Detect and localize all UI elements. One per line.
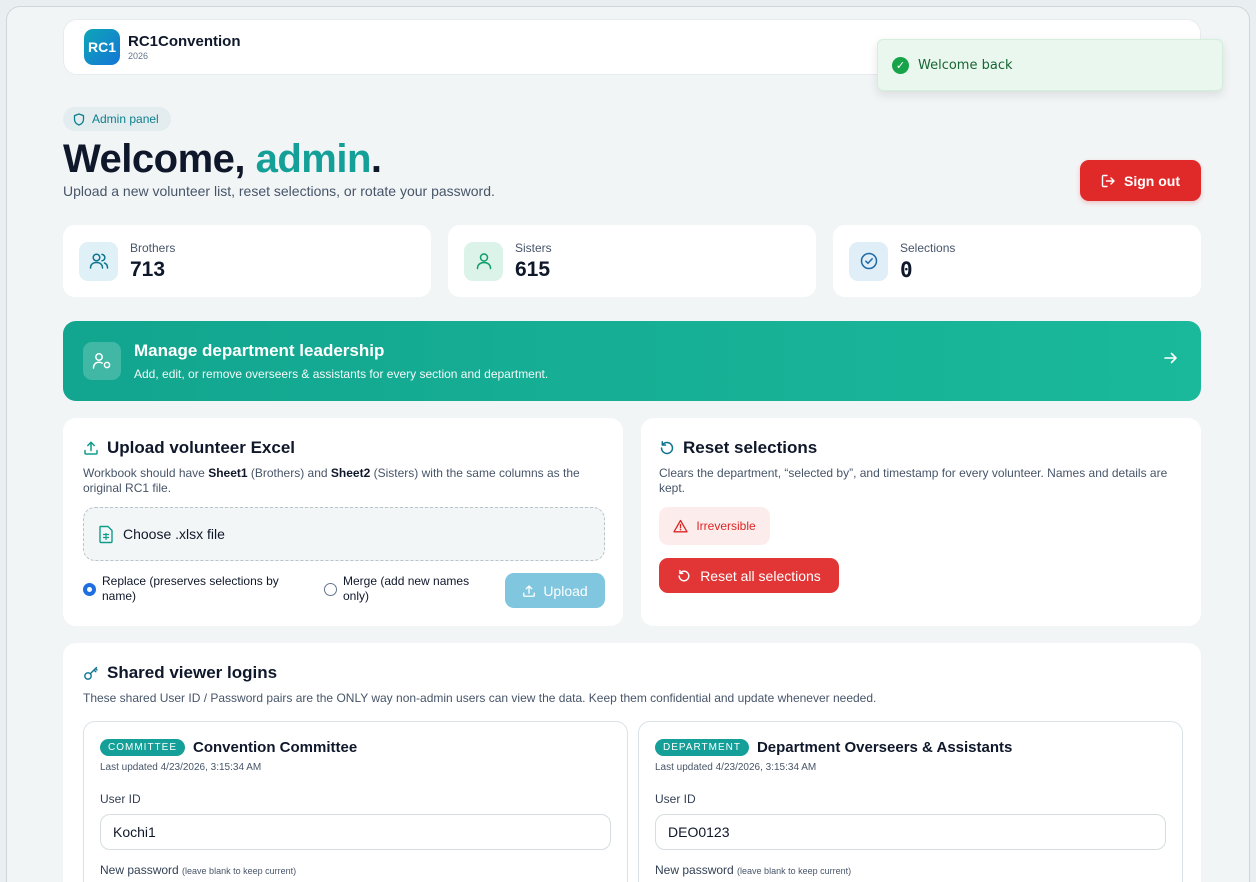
- admin-panel-pill: Admin panel: [63, 107, 171, 131]
- logins-description: These shared User ID / Password pairs ar…: [83, 691, 877, 705]
- replace-option[interactable]: Replace (preserves selections by name): [83, 574, 283, 604]
- sheet1-label: Sheet1: [208, 466, 248, 480]
- user-cog-icon: [83, 342, 121, 380]
- users-icon: [79, 241, 118, 281]
- login-card-title: Convention Committee: [193, 739, 358, 756]
- reset-all-label: Reset all selections: [700, 567, 821, 584]
- upload-desc-part: Workbook should have: [83, 466, 209, 480]
- department-badge: DEPARTMENT: [655, 739, 749, 756]
- app-window: RC1 RC1Convention 2026 Admin panel Welco…: [6, 6, 1250, 882]
- welcome-punct: .: [370, 137, 382, 181]
- upload-icon: [84, 441, 98, 455]
- login-card-title: Department Overseers & Assistants: [756, 739, 1013, 756]
- page-subtitle: Upload a new volunteer list, reset selec…: [63, 183, 495, 199]
- manage-leadership-banner[interactable]: Manage department leadership Add, edit, …: [63, 321, 1201, 401]
- admin-panel-label: Admin panel: [92, 112, 159, 126]
- merge-option[interactable]: Merge (add new names only): [324, 574, 484, 604]
- upload-icon: [523, 584, 536, 597]
- sign-out-label: Sign out: [1124, 172, 1180, 189]
- welcome-greeting: Welcome,: [63, 137, 256, 181]
- stat-value: 0: [900, 257, 913, 282]
- sign-out-button[interactable]: Sign out: [1080, 160, 1201, 201]
- upload-card: Upload volunteer Excel Workbook should h…: [63, 418, 623, 626]
- brand: RC1Convention 2026: [128, 34, 241, 61]
- logins-title-label: Shared viewer logins: [107, 663, 278, 682]
- last-updated: Last updated 4/23/2026, 3:15:34 AM: [655, 762, 817, 773]
- toast-message: Welcome back: [918, 57, 1013, 73]
- stat-card-sisters: Sisters 615: [448, 225, 816, 297]
- user-id-input[interactable]: DEO0123: [655, 814, 1166, 850]
- department-login-card: DEPARTMENT Department Overseers & Assist…: [638, 721, 1183, 882]
- reset-title: Reset selections: [659, 438, 1189, 458]
- login-card-header: COMMITTEE Convention Committee: [100, 739, 357, 756]
- login-card-header: DEPARTMENT Department Overseers & Assist…: [655, 739, 1012, 756]
- app-name: RC1Convention: [128, 32, 241, 50]
- sign-out-icon: [1101, 174, 1115, 187]
- user-icon: [464, 241, 503, 281]
- user-id-input[interactable]: Kochi1: [100, 814, 611, 850]
- logins-title: Shared viewer logins: [83, 663, 1183, 683]
- stat-label: Selections: [900, 240, 956, 255]
- shared-logins-card: Shared viewer logins These shared User I…: [63, 643, 1201, 882]
- check-icon: ✓: [892, 56, 909, 74]
- reset-title-label: Reset selections: [683, 438, 818, 457]
- upload-button-label: Upload: [543, 582, 588, 599]
- committee-badge: COMMITTEE: [100, 739, 185, 756]
- arrow-right-icon: [1164, 352, 1177, 364]
- choose-file-label: Choose .xlsx file: [123, 526, 225, 542]
- irreversible-label: Irreversible: [696, 519, 756, 533]
- stat-card-selections: Selections 0: [833, 225, 1201, 297]
- reset-all-button[interactable]: Reset all selections: [659, 558, 839, 593]
- stat-label: Sisters: [515, 240, 552, 255]
- stat-value: 713: [130, 257, 166, 281]
- shield-icon: [73, 112, 85, 126]
- app-year: 2026: [128, 50, 149, 61]
- welcome-user: admin: [255, 137, 372, 181]
- user-id-label: User ID: [655, 792, 696, 806]
- password-hint: (leave blank to keep current): [182, 866, 297, 876]
- app-logo[interactable]: RC1: [84, 29, 120, 65]
- password-label-text: New password: [655, 863, 734, 877]
- manage-subtitle: Add, edit, or remove overseers & assista…: [134, 367, 549, 381]
- sheet2-label: Sheet2: [330, 466, 371, 480]
- page-title: Welcome, admin.: [63, 137, 382, 182]
- rotate-ccw-icon: [660, 441, 674, 455]
- upload-button[interactable]: Upload: [505, 573, 605, 608]
- reset-card: Reset selections Clears the department, …: [641, 418, 1201, 626]
- upload-title-label: Upload volunteer Excel: [107, 438, 295, 457]
- warning-triangle-icon: [673, 519, 688, 533]
- reset-description: Clears the department, “selected by”, an…: [659, 466, 1168, 495]
- manage-title: Manage department leadership: [134, 341, 385, 360]
- key-icon: [84, 666, 98, 680]
- welcome-toast: ✓ Welcome back: [877, 39, 1223, 91]
- password-label-text: New password: [100, 863, 179, 877]
- committee-login-card: COMMITTEE Convention Committee Last upda…: [83, 721, 628, 882]
- replace-radio[interactable]: [83, 583, 96, 596]
- upload-title: Upload volunteer Excel: [83, 438, 608, 458]
- user-id-label: User ID: [100, 792, 141, 806]
- upload-desc-part: (Brothers) and: [247, 466, 331, 480]
- merge-radio[interactable]: [324, 583, 337, 596]
- stat-value: 615: [515, 257, 551, 281]
- check-circle-icon: [849, 241, 888, 281]
- last-updated: Last updated 4/23/2026, 3:15:34 AM: [100, 762, 262, 773]
- irreversible-warning: Irreversible: [659, 507, 770, 545]
- file-dropzone[interactable]: Choose .xlsx file: [83, 507, 605, 561]
- spreadsheet-file-icon: [99, 525, 113, 543]
- stat-card-brothers: Brothers 713: [63, 225, 431, 297]
- upload-description: Workbook should have Sheet1 (Brothers) a…: [83, 466, 608, 496]
- merge-label: Merge (add new names only): [343, 574, 470, 603]
- replace-label: Replace (preserves selections by name): [102, 574, 279, 603]
- new-password-label: New password (leave blank to keep curren…: [655, 863, 851, 877]
- password-hint: (leave blank to keep current): [737, 866, 852, 876]
- stat-label: Brothers: [130, 240, 176, 255]
- rotate-ccw-icon: [678, 569, 690, 582]
- new-password-label: New password (leave blank to keep curren…: [100, 863, 296, 877]
